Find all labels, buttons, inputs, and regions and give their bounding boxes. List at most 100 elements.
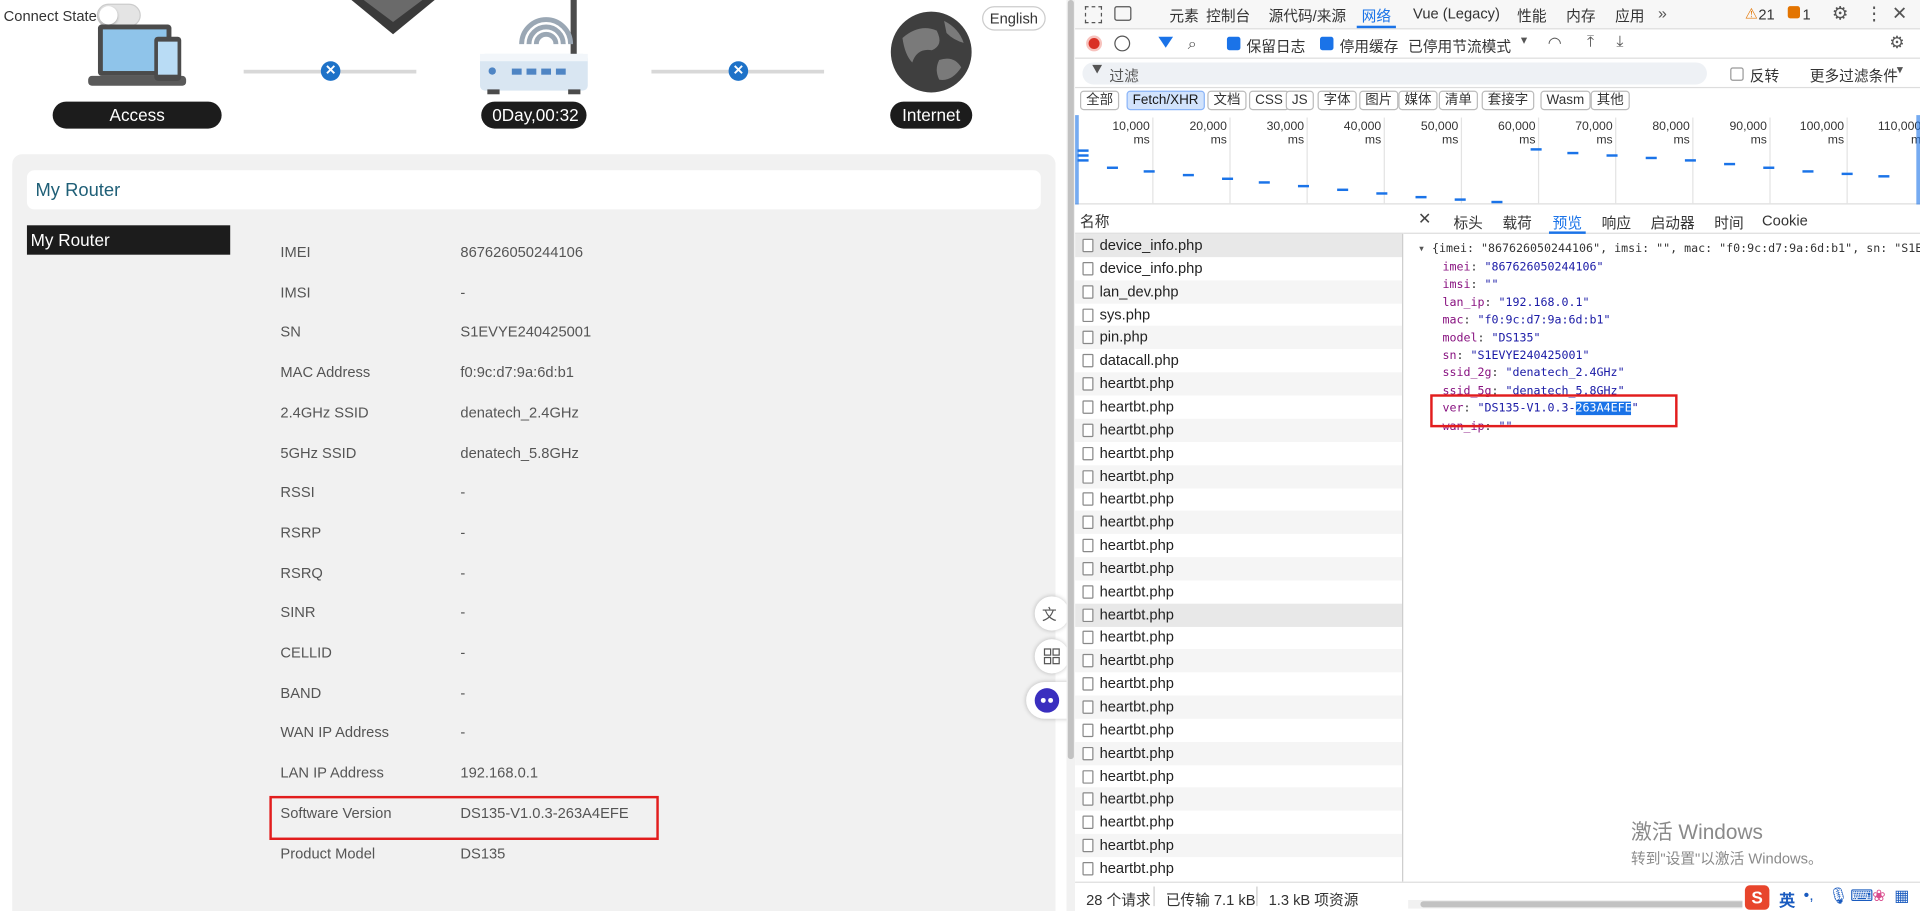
request-row[interactable]: device_info.php: [1075, 257, 1402, 280]
invert-checkbox[interactable]: [1730, 67, 1744, 81]
preview-property[interactable]: ssid_2g: "denatech_2.4GHz": [1442, 367, 1624, 380]
network-settings-icon[interactable]: ⚙: [1889, 32, 1904, 53]
type-filter-chip[interactable]: 文档: [1207, 90, 1247, 111]
keyboard-icon[interactable]: ⌨: [1850, 887, 1873, 907]
punctuation-icon[interactable]: •,: [1804, 885, 1814, 903]
kebab-menu-icon[interactable]: ⋮: [1865, 2, 1883, 25]
more-tabs-icon[interactable]: »: [1658, 4, 1667, 22]
grid-icon[interactable]: ▦: [1894, 887, 1909, 907]
preview-property[interactable]: imsi: "": [1442, 278, 1498, 291]
language-button[interactable]: English: [982, 6, 1046, 31]
detail-tab[interactable]: 载荷: [1502, 212, 1531, 233]
preview-property[interactable]: imei: "867626050244106": [1442, 261, 1603, 274]
request-row[interactable]: heartbt.php: [1075, 603, 1403, 627]
request-row[interactable]: heartbt.php: [1075, 557, 1403, 581]
name-column-header[interactable]: 名称: [1080, 211, 1109, 232]
close-devtools-icon[interactable]: ✕: [1892, 2, 1907, 25]
timeline-selection-left[interactable]: [1075, 115, 1079, 205]
request-row[interactable]: heartbt.php: [1075, 857, 1402, 880]
request-row[interactable]: heartbt.php: [1075, 488, 1402, 511]
menu-item-my-router[interactable]: My Router: [26, 225, 231, 255]
type-filter-chip[interactable]: 字体: [1317, 90, 1357, 111]
network-conditions-icon[interactable]: ◠: [1548, 33, 1562, 53]
request-row[interactable]: heartbt.php: [1075, 534, 1402, 557]
detail-tab[interactable]: 响应: [1602, 212, 1631, 233]
preview-summary[interactable]: ▾ {imei: "867626050244106", imsi: "", ma…: [1418, 242, 1920, 255]
request-row[interactable]: heartbt.php: [1075, 649, 1403, 673]
inspect-icon[interactable]: [1084, 6, 1103, 24]
sogou-icon[interactable]: S: [1744, 885, 1770, 910]
type-filter-chip[interactable]: 图片: [1359, 90, 1399, 111]
warning-icon[interactable]: ⚠: [1745, 5, 1758, 22]
throttle-select[interactable]: 已停用节流模式: [1408, 36, 1511, 57]
preview-property[interactable]: mac: "f0:9c:d7:9a:6d:b1": [1442, 314, 1610, 327]
type-filter-chip[interactable]: 清单: [1438, 90, 1478, 111]
type-filter-chip[interactable]: Wasm: [1540, 90, 1591, 111]
request-row[interactable]: heartbt.php: [1075, 811, 1402, 834]
detail-tab[interactable]: 时间: [1714, 212, 1743, 233]
type-filter-chip[interactable]: 全部: [1080, 90, 1120, 111]
ime-language[interactable]: 英: [1779, 888, 1795, 911]
export-har-icon[interactable]: ⤓: [1616, 32, 1623, 52]
expand-triangle-icon[interactable]: ▾: [1418, 242, 1432, 255]
timeline-selection-right[interactable]: [1916, 115, 1920, 205]
request-row[interactable]: heartbt.php: [1075, 372, 1403, 396]
request-row[interactable]: heartbt.php: [1075, 833, 1403, 858]
request-row[interactable]: lan_dev.php: [1075, 280, 1403, 304]
type-filter-chip[interactable]: 其他: [1590, 90, 1630, 111]
search-icon[interactable]: ⌕: [1188, 34, 1197, 54]
detail-tab[interactable]: 标头: [1453, 212, 1482, 233]
request-row[interactable]: heartbt.php: [1075, 741, 1403, 765]
devtools-tab[interactable]: 内存: [1566, 5, 1595, 26]
clear-icon[interactable]: [1114, 35, 1131, 52]
request-row[interactable]: datacall.php: [1075, 349, 1402, 372]
devtools-tab[interactable]: 源代码/来源: [1269, 5, 1347, 26]
device-toggle-icon[interactable]: [1114, 6, 1132, 21]
devtools-tab[interactable]: 控制台: [1206, 5, 1250, 26]
request-row[interactable]: pin.php: [1075, 326, 1403, 350]
request-row[interactable]: heartbt.php: [1075, 510, 1403, 535]
detail-tab[interactable]: 预览: [1553, 212, 1582, 233]
devtools-tab[interactable]: 性能: [1517, 5, 1546, 26]
request-row[interactable]: heartbt.php: [1075, 580, 1402, 603]
mic-icon[interactable]: 🎙︎: [1828, 887, 1848, 907]
detail-tab[interactable]: 启动器: [1651, 212, 1695, 233]
apps-grid-button[interactable]: [1034, 639, 1069, 674]
request-row[interactable]: heartbt.php: [1075, 787, 1403, 812]
settings-gear-icon[interactable]: ⚙: [1832, 2, 1848, 25]
filter-input[interactable]: [1082, 62, 1707, 85]
preserve-log-checkbox[interactable]: [1226, 36, 1241, 51]
preview-property[interactable]: lan_ip: "192.168.0.1": [1442, 296, 1589, 309]
error-icon[interactable]: [1787, 6, 1801, 19]
request-row[interactable]: heartbt.php: [1075, 442, 1402, 465]
devtools-tab[interactable]: 网络: [1362, 5, 1391, 26]
request-row[interactable]: heartbt.php: [1075, 464, 1403, 488]
request-row[interactable]: heartbt.php: [1075, 626, 1402, 649]
disable-cache-checkbox[interactable]: [1320, 36, 1334, 51]
skin-icon[interactable]: ❀: [1872, 887, 1885, 907]
request-row[interactable]: heartbt.php: [1075, 695, 1403, 719]
translate-button[interactable]: 文: [1034, 596, 1069, 631]
detail-tab[interactable]: Cookie: [1762, 212, 1808, 229]
chevron-down-icon[interactable]: ▾: [1521, 34, 1527, 47]
more-filters-dropdown[interactable]: 更多过滤条件: [1810, 65, 1898, 86]
import-har-icon[interactable]: ⤒: [1587, 32, 1594, 52]
record-stop-icon[interactable]: [1086, 35, 1103, 52]
devtools-tab[interactable]: Vue (Legacy): [1413, 5, 1500, 22]
request-row[interactable]: heartbt.php: [1075, 719, 1402, 742]
devtools-tab[interactable]: 元素: [1169, 5, 1198, 26]
type-filter-chip[interactable]: Fetch/XHR: [1126, 90, 1205, 111]
request-row[interactable]: heartbt.php: [1075, 765, 1402, 788]
page-scrollbar[interactable]: [1066, 0, 1076, 911]
filter-funnel-icon[interactable]: [1158, 36, 1174, 48]
type-filter-chip[interactable]: 套接字: [1481, 90, 1535, 111]
type-filter-chip[interactable]: JS: [1285, 90, 1314, 111]
chevron-down-icon[interactable]: ▾: [1897, 64, 1903, 77]
close-detail-icon[interactable]: ✕: [1418, 209, 1431, 229]
request-row[interactable]: heartbt.php: [1075, 418, 1403, 442]
request-row[interactable]: sys.php: [1075, 303, 1402, 326]
request-row[interactable]: heartbt.php: [1075, 395, 1402, 418]
type-filter-chip[interactable]: CSS: [1248, 90, 1289, 111]
request-row[interactable]: device_info.php: [1075, 233, 1403, 258]
request-row[interactable]: heartbt.php: [1075, 672, 1402, 695]
